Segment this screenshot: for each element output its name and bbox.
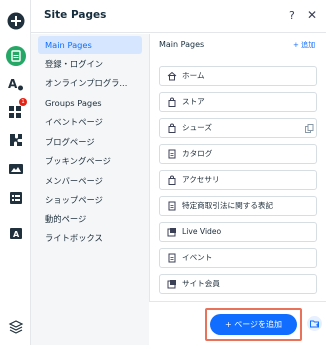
panel-header: Site Pages ? ✕ xyxy=(31,0,326,33)
page-row-events[interactable]: イベント xyxy=(159,248,317,268)
add-folder-icon[interactable] xyxy=(307,316,322,331)
page-icon xyxy=(168,201,176,211)
category-main-pages[interactable]: Main Pages xyxy=(38,36,142,54)
copy-icon[interactable] xyxy=(305,124,314,133)
cms-table-icon[interactable] xyxy=(4,186,27,209)
page-row-catalog[interactable]: カタログ xyxy=(159,144,317,164)
page-label: イベント xyxy=(182,253,213,262)
pages-list-area: Main Pages + 追加 ホーム ストア シューズ カタログ アクセサリ … xyxy=(149,34,326,345)
close-button[interactable]: ✕ xyxy=(307,8,317,22)
svg-text:A: A xyxy=(13,230,20,239)
layers-icon[interactable] xyxy=(4,315,27,338)
page-label: ホーム xyxy=(182,71,205,80)
tool-rail: A 1 A xyxy=(0,0,31,345)
member-page-icon xyxy=(167,280,176,289)
page-label: アクセサリ xyxy=(182,175,220,184)
category-member-pages[interactable]: メンバーページ xyxy=(38,172,142,190)
bag-icon xyxy=(168,123,176,133)
add-page-button[interactable]: + ページを追加 xyxy=(210,314,297,335)
page-label: 特定商取引法に関する表記 xyxy=(182,201,274,210)
category-event-pages[interactable]: イベントページ xyxy=(38,113,142,131)
business-puzzle-icon[interactable] xyxy=(4,128,27,151)
page-row-site-members[interactable]: サイト会員 xyxy=(159,274,317,294)
bag-icon xyxy=(168,175,176,185)
site-pages-panel: Site Pages ? ✕ Main Pages 登録・ログイン オンラインプ… xyxy=(31,0,326,345)
page-row-shoes[interactable]: シューズ xyxy=(159,118,317,138)
page-row-store[interactable]: ストア xyxy=(159,92,317,112)
video-page-icon xyxy=(167,228,176,237)
category-online-programs[interactable]: オンラインプログラ... xyxy=(38,74,142,92)
page-row-live-video[interactable]: Live Video xyxy=(159,222,317,242)
page-label: ストア xyxy=(182,97,205,106)
category-booking-pages[interactable]: ブッキングページ xyxy=(38,152,142,170)
pages-icon[interactable] xyxy=(4,44,27,67)
page-categories: Main Pages 登録・ログイン オンラインプログラ... Groups P… xyxy=(31,34,149,345)
category-groups-pages[interactable]: Groups Pages xyxy=(38,94,142,112)
home-icon xyxy=(167,71,177,81)
panel-footer: + ページを追加 xyxy=(149,301,326,345)
help-button[interactable]: ? xyxy=(289,9,295,22)
design-icon[interactable]: A xyxy=(4,72,27,95)
page-label: シューズ xyxy=(182,123,212,132)
svg-text:A: A xyxy=(8,77,18,91)
page-row-home[interactable]: ホーム xyxy=(159,66,317,86)
category-shop-pages[interactable]: ショップページ xyxy=(38,191,142,209)
page-icon xyxy=(168,149,176,159)
page-label: サイト会員 xyxy=(182,279,220,288)
notification-badge: 1 xyxy=(19,98,27,106)
bag-icon xyxy=(168,97,176,107)
page-row-accessories[interactable]: アクセサリ xyxy=(159,170,317,190)
add-elements-plus-icon[interactable] xyxy=(4,9,27,32)
category-signup-login[interactable]: 登録・ログイン xyxy=(38,55,142,73)
app-market-icon[interactable]: A xyxy=(4,221,27,244)
category-blog-pages[interactable]: ブログページ xyxy=(38,133,142,151)
panel-title: Site Pages xyxy=(44,9,107,21)
category-dynamic-pages[interactable]: 動的ページ xyxy=(38,210,142,228)
add-page-link[interactable]: + 追加 xyxy=(293,40,315,50)
page-label: Live Video xyxy=(182,227,222,236)
page-label: カタログ xyxy=(182,149,213,158)
media-image-icon[interactable] xyxy=(4,157,27,180)
list-title: Main Pages xyxy=(159,40,205,49)
page-row-legal-notice[interactable]: 特定商取引法に関する表記 xyxy=(159,196,317,216)
category-lightboxes[interactable]: ライトボックス xyxy=(38,229,142,247)
page-icon xyxy=(168,253,176,263)
